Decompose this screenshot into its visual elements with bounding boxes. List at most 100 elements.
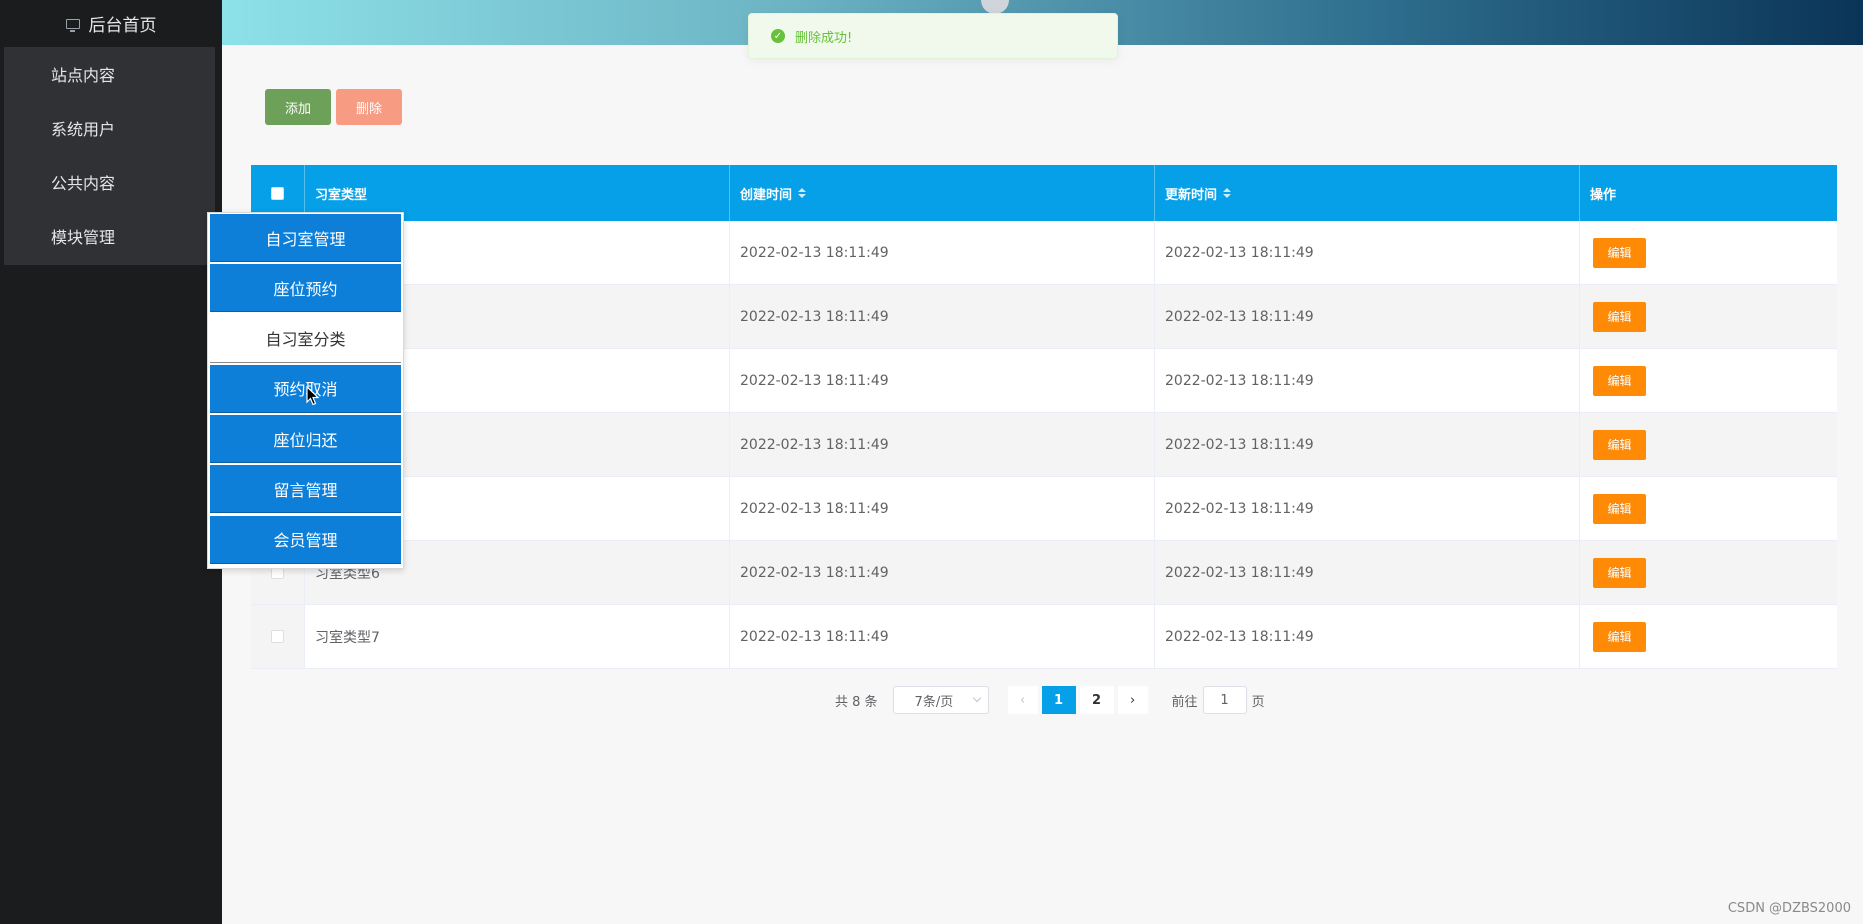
cell-created-text: 2022-02-13 18:11:49 xyxy=(740,244,889,261)
prev-page-button[interactable]: ‹ xyxy=(1007,686,1038,714)
cell-updated-text: 2022-02-13 18:11:49 xyxy=(1165,500,1314,517)
sidebar-item-site-content[interactable]: 站点内容 xyxy=(4,47,215,101)
submenu-item[interactable]: 座位归还 xyxy=(210,415,401,464)
cell-op: 编辑 xyxy=(1580,349,1837,412)
cell-updated-text: 2022-02-13 18:11:49 xyxy=(1165,436,1314,453)
toast-message: 删除成功! xyxy=(795,30,853,46)
submenu-item[interactable]: 自习室管理 xyxy=(210,214,401,262)
mouse-cursor-icon xyxy=(306,386,320,406)
cell-created: 2022-02-13 18:11:49 xyxy=(730,477,1155,540)
cell-created: 2022-02-13 18:11:49 xyxy=(730,349,1155,412)
success-toast: ✓ 删除成功! xyxy=(748,13,1118,59)
submenu-item[interactable]: 会员管理 xyxy=(210,515,401,564)
cell-op: 编辑 xyxy=(1580,221,1837,284)
page-button-1[interactable]: 1 xyxy=(1041,686,1076,714)
cell-created-text: 2022-02-13 18:11:49 xyxy=(740,564,889,581)
page-button-2[interactable]: 2 xyxy=(1079,686,1114,714)
cell-updated: 2022-02-13 18:11:49 xyxy=(1155,605,1580,668)
cell-updated: 2022-02-13 18:11:49 xyxy=(1155,477,1580,540)
page-size-select[interactable]: 7条/页 xyxy=(892,686,989,714)
check-circle-icon: ✓ xyxy=(771,29,785,43)
table-row: 习室类型6 2022-02-13 18:11:49 2022-02-13 18:11… xyxy=(251,541,1837,605)
header-type-label: 习室类型 xyxy=(315,187,368,203)
table-row: 习室类型7 2022-02-13 18:11:49 2022-02-13 18:11… xyxy=(251,605,1837,669)
edit-button[interactable]: 编辑 xyxy=(1593,557,1646,588)
sidebar-item-public-content[interactable]: 公共内容 xyxy=(4,155,215,209)
sidebar: 后台首页 站点内容 系统用户 公共内容 模块管理 xyxy=(0,0,222,924)
edit-button[interactable]: 编辑 xyxy=(1593,365,1646,396)
add-button[interactable]: 添加 xyxy=(265,89,331,125)
submenu-item[interactable]: 自习室分类 xyxy=(210,314,401,363)
avatar[interactable] xyxy=(981,0,1009,14)
cell-created: 2022-02-13 18:11:49 xyxy=(730,541,1155,604)
cell-updated: 2022-02-13 18:11:49 xyxy=(1155,413,1580,476)
sidebar-item-system-users[interactable]: 系统用户 xyxy=(4,101,215,155)
cell-created-text: 2022-02-13 18:11:49 xyxy=(740,308,889,325)
submenu-item[interactable]: 座位预约 xyxy=(210,264,401,313)
header-updated[interactable]: 更新时间 xyxy=(1155,165,1580,221)
table-header: 习室类型 创建时间 更新时间 操作 xyxy=(251,165,1837,221)
cell-created-text: 2022-02-13 18:11:49 xyxy=(740,628,889,645)
edit-button[interactable]: 编辑 xyxy=(1593,493,1646,524)
sidebar-item-module-management[interactable]: 模块管理 xyxy=(4,209,215,263)
data-table: 习室类型 创建时间 更新时间 操作 2022-02-13 18:11:49 202… xyxy=(251,165,1837,669)
select-all-checkbox[interactable] xyxy=(271,186,284,200)
sidebar-item-label: 站点内容 xyxy=(51,66,116,85)
submenu-item[interactable]: 留言管理 xyxy=(210,465,401,514)
cell-updated: 2022-02-13 18:11:49 xyxy=(1155,285,1580,348)
cell-created-text: 2022-02-13 18:11:49 xyxy=(740,436,889,453)
cell-type-text: 习室类型7 xyxy=(315,629,380,646)
header-updated-label: 更新时间 xyxy=(1165,187,1218,203)
cell-updated: 2022-02-13 18:11:49 xyxy=(1155,349,1580,412)
table-row: 2022-02-13 18:11:49 2022-02-13 18:11:49 编辑 xyxy=(251,221,1837,285)
page-size-value: 7条/页 xyxy=(914,694,954,710)
page-unit-label: 页 xyxy=(1251,694,1265,710)
delete-button[interactable]: 删除 xyxy=(336,89,402,125)
edit-button[interactable]: 编辑 xyxy=(1593,429,1646,460)
sidebar-item-label: 系统用户 xyxy=(51,120,116,139)
sidebar-menu: 站点内容 系统用户 公共内容 模块管理 xyxy=(4,47,215,265)
cell-created-text: 2022-02-13 18:11:49 xyxy=(740,372,889,389)
cell-updated-text: 2022-02-13 18:11:49 xyxy=(1165,372,1314,389)
header-op-label: 操作 xyxy=(1590,187,1617,203)
sidebar-home-label: 后台首页 xyxy=(88,16,157,36)
cell-op: 编辑 xyxy=(1580,413,1837,476)
cell-op: 编辑 xyxy=(1580,605,1837,668)
pagination: 共 8 条 7条/页 ‹ 1 2 › 前往 页 xyxy=(835,686,1265,714)
row-checkbox-cell xyxy=(251,605,305,668)
cell-op: 编辑 xyxy=(1580,477,1837,540)
cell-type: 习室类型7 xyxy=(305,605,730,668)
table-row: 2022-02-13 18:11:49 2022-02-13 18:11:49 编辑 xyxy=(251,413,1837,477)
cell-created: 2022-02-13 18:11:49 xyxy=(730,221,1155,284)
monitor-icon xyxy=(65,18,80,32)
table-row: 2022-02-13 18:11:49 2022-02-13 18:11:49 编辑 xyxy=(251,349,1837,413)
edit-button[interactable]: 编辑 xyxy=(1593,237,1646,268)
chevron-down-icon xyxy=(972,693,981,703)
sort-icon[interactable] xyxy=(1223,188,1232,198)
cell-updated-text: 2022-02-13 18:11:49 xyxy=(1165,564,1314,581)
watermark: CSDN @DZBS2000 xyxy=(1727,901,1851,916)
sort-icon[interactable] xyxy=(798,188,807,198)
header-op: 操作 xyxy=(1580,165,1837,221)
header-created[interactable]: 创建时间 xyxy=(730,165,1155,221)
row-checkbox[interactable] xyxy=(271,630,284,643)
sidebar-item-label: 公共内容 xyxy=(51,174,116,193)
table-row: 2022-02-13 18:11:49 2022-02-13 18:11:49 编辑 xyxy=(251,285,1837,349)
goto-page-input[interactable] xyxy=(1202,686,1247,714)
sidebar-home-link[interactable]: 后台首页 xyxy=(0,0,222,47)
table-body: 2022-02-13 18:11:49 2022-02-13 18:11:49 编辑… xyxy=(251,221,1837,669)
cell-op: 编辑 xyxy=(1580,541,1837,604)
cell-updated: 2022-02-13 18:11:49 xyxy=(1155,541,1580,604)
table-row: 2022-02-13 18:11:49 2022-02-13 18:11:49 编辑 xyxy=(251,477,1837,541)
cell-updated-text: 2022-02-13 18:11:49 xyxy=(1165,628,1314,645)
cell-created: 2022-02-13 18:11:49 xyxy=(730,605,1155,668)
edit-button[interactable]: 编辑 xyxy=(1593,621,1646,652)
next-page-button[interactable]: › xyxy=(1117,686,1148,714)
sidebar-item-label: 模块管理 xyxy=(51,228,116,247)
cell-updated-text: 2022-02-13 18:11:49 xyxy=(1165,244,1314,261)
goto-label: 前往 xyxy=(1171,694,1198,710)
header-created-label: 创建时间 xyxy=(740,187,793,203)
edit-button[interactable]: 编辑 xyxy=(1593,301,1646,332)
pagination-total: 共 8 条 xyxy=(835,694,878,710)
cell-updated-text: 2022-02-13 18:11:49 xyxy=(1165,308,1314,325)
